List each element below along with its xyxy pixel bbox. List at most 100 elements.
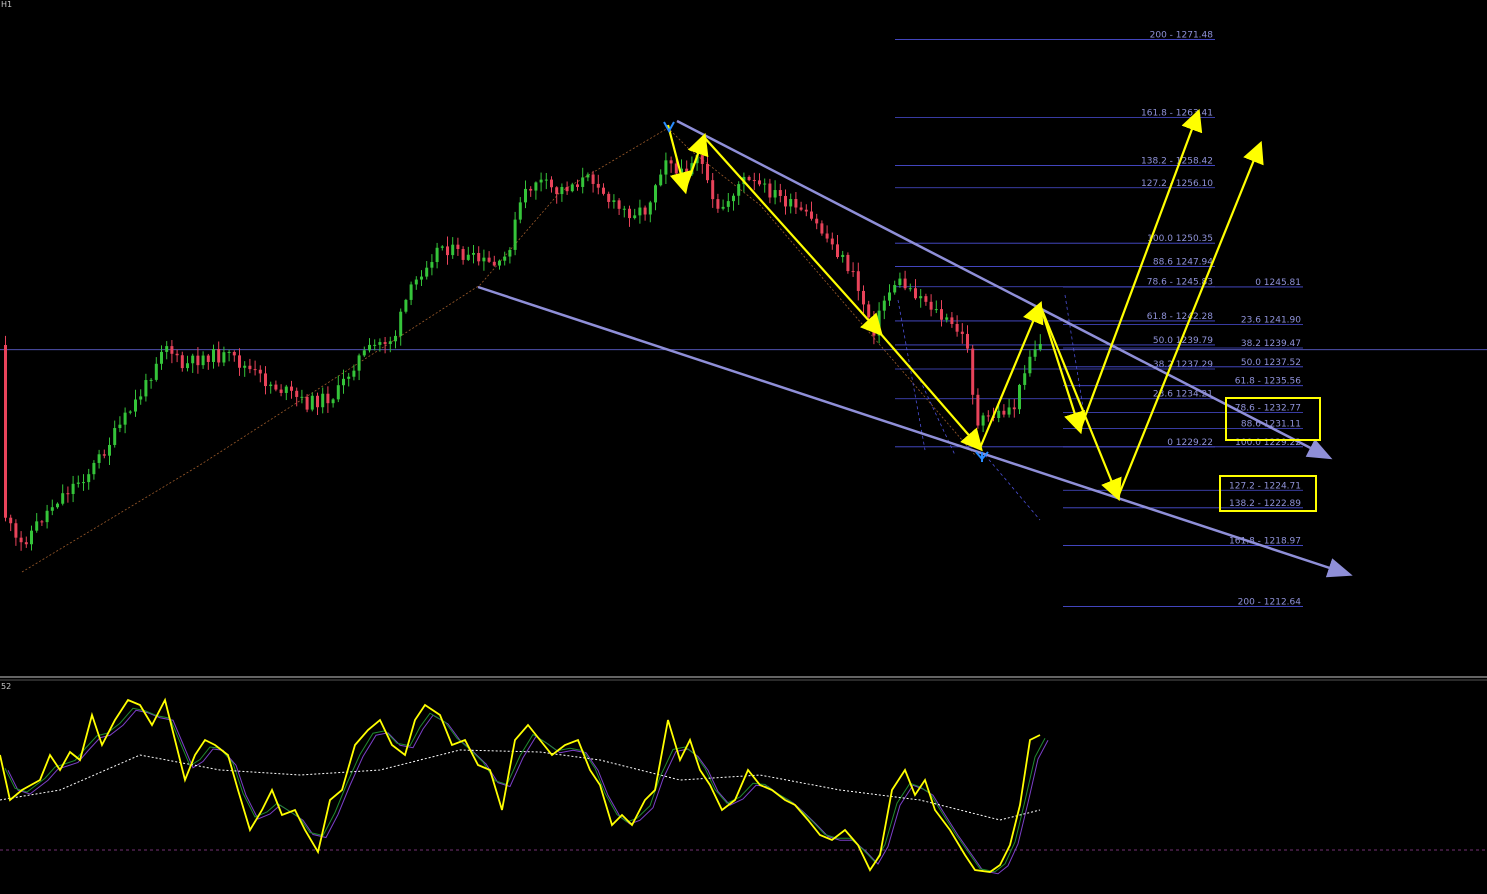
candle-body <box>154 363 158 380</box>
candle-body <box>815 218 819 224</box>
candle <box>466 246 470 262</box>
candle-body <box>45 510 49 523</box>
candle <box>747 175 751 182</box>
candle <box>596 174 600 195</box>
candle-body <box>196 355 200 366</box>
candle <box>555 186 559 204</box>
candle-body <box>430 262 434 268</box>
price-chart[interactable]: 200 - 1271.48 161.8 - 1263.41 138.2 - 1258… <box>0 0 1487 894</box>
candle <box>274 380 278 392</box>
candle-body <box>976 394 980 426</box>
candle-body <box>763 183 767 185</box>
candle <box>633 208 637 220</box>
candle-body <box>570 184 574 192</box>
candle <box>544 172 548 190</box>
candle-body <box>565 186 569 192</box>
candle <box>264 366 267 395</box>
candle-body <box>30 530 33 545</box>
candle <box>409 281 413 306</box>
candle-body <box>820 223 824 234</box>
candle <box>321 387 325 414</box>
candle-body <box>934 309 938 311</box>
candle-body <box>518 202 522 220</box>
candle-body <box>310 395 314 410</box>
candle-body <box>87 474 91 483</box>
candle-body <box>316 395 319 408</box>
candle <box>955 315 959 337</box>
candle-body <box>82 482 85 484</box>
candle <box>435 242 439 269</box>
candle-body <box>331 399 335 404</box>
candle <box>648 200 652 223</box>
candle-body <box>50 507 54 511</box>
candle-body <box>300 396 304 398</box>
candle <box>71 475 75 503</box>
candle-body <box>373 344 377 346</box>
candle <box>1028 350 1032 377</box>
candle <box>1002 404 1006 418</box>
candle-body <box>555 187 559 195</box>
candle-body <box>1038 343 1042 350</box>
candle <box>898 272 902 288</box>
candle <box>50 499 54 516</box>
candle <box>284 384 288 401</box>
candle-body <box>451 244 455 256</box>
candle-body <box>9 517 13 524</box>
candle <box>778 183 782 203</box>
candle-body <box>617 200 621 209</box>
candle-body <box>882 300 886 311</box>
candle-body <box>186 363 189 369</box>
candle-body <box>628 208 631 219</box>
candle <box>472 245 475 264</box>
candle <box>170 340 174 364</box>
candle <box>841 250 845 263</box>
candle-body <box>789 199 793 207</box>
candle <box>326 386 330 413</box>
candle <box>227 349 231 362</box>
candle <box>492 255 496 267</box>
candle <box>716 193 720 213</box>
fib-ret-label-9: 138.2 - 1222.89 <box>1229 499 1301 509</box>
candle <box>664 152 668 185</box>
candle <box>789 193 793 214</box>
candle <box>513 211 517 256</box>
wave-arrow-2 <box>703 136 883 337</box>
candle <box>721 199 725 211</box>
candle-body <box>284 386 288 393</box>
candle <box>212 344 215 369</box>
candle-body <box>456 244 460 250</box>
candle-body <box>752 180 756 182</box>
candle-body <box>971 348 975 395</box>
candle-body <box>357 355 361 371</box>
candle <box>565 181 569 195</box>
candle <box>706 154 709 184</box>
candle <box>560 183 564 202</box>
candle <box>586 172 590 182</box>
fib-ret-label-11: 200 - 1212.64 <box>1238 598 1302 608</box>
candle-body <box>336 385 340 400</box>
candle <box>87 468 91 490</box>
candle <box>279 384 283 397</box>
candle <box>929 294 933 317</box>
candle-body <box>508 249 512 257</box>
candle-body <box>477 252 481 262</box>
candle-body <box>503 256 507 261</box>
candle <box>882 295 886 320</box>
candle <box>830 232 834 250</box>
candle-body <box>290 386 293 391</box>
oscillator-period-label: 52 <box>1 682 11 691</box>
candle-body <box>778 190 782 196</box>
candle-body <box>955 323 959 332</box>
candle-body <box>1002 410 1006 415</box>
candle-body <box>165 346 169 352</box>
candle <box>180 351 184 372</box>
candle-body <box>622 208 626 210</box>
candle-body <box>700 155 704 164</box>
candle <box>123 407 127 434</box>
candle <box>310 392 314 412</box>
candle <box>669 156 673 173</box>
candle-body <box>368 344 371 351</box>
candle-body <box>602 187 605 194</box>
candle-body <box>487 257 491 262</box>
candle-body <box>669 160 673 164</box>
